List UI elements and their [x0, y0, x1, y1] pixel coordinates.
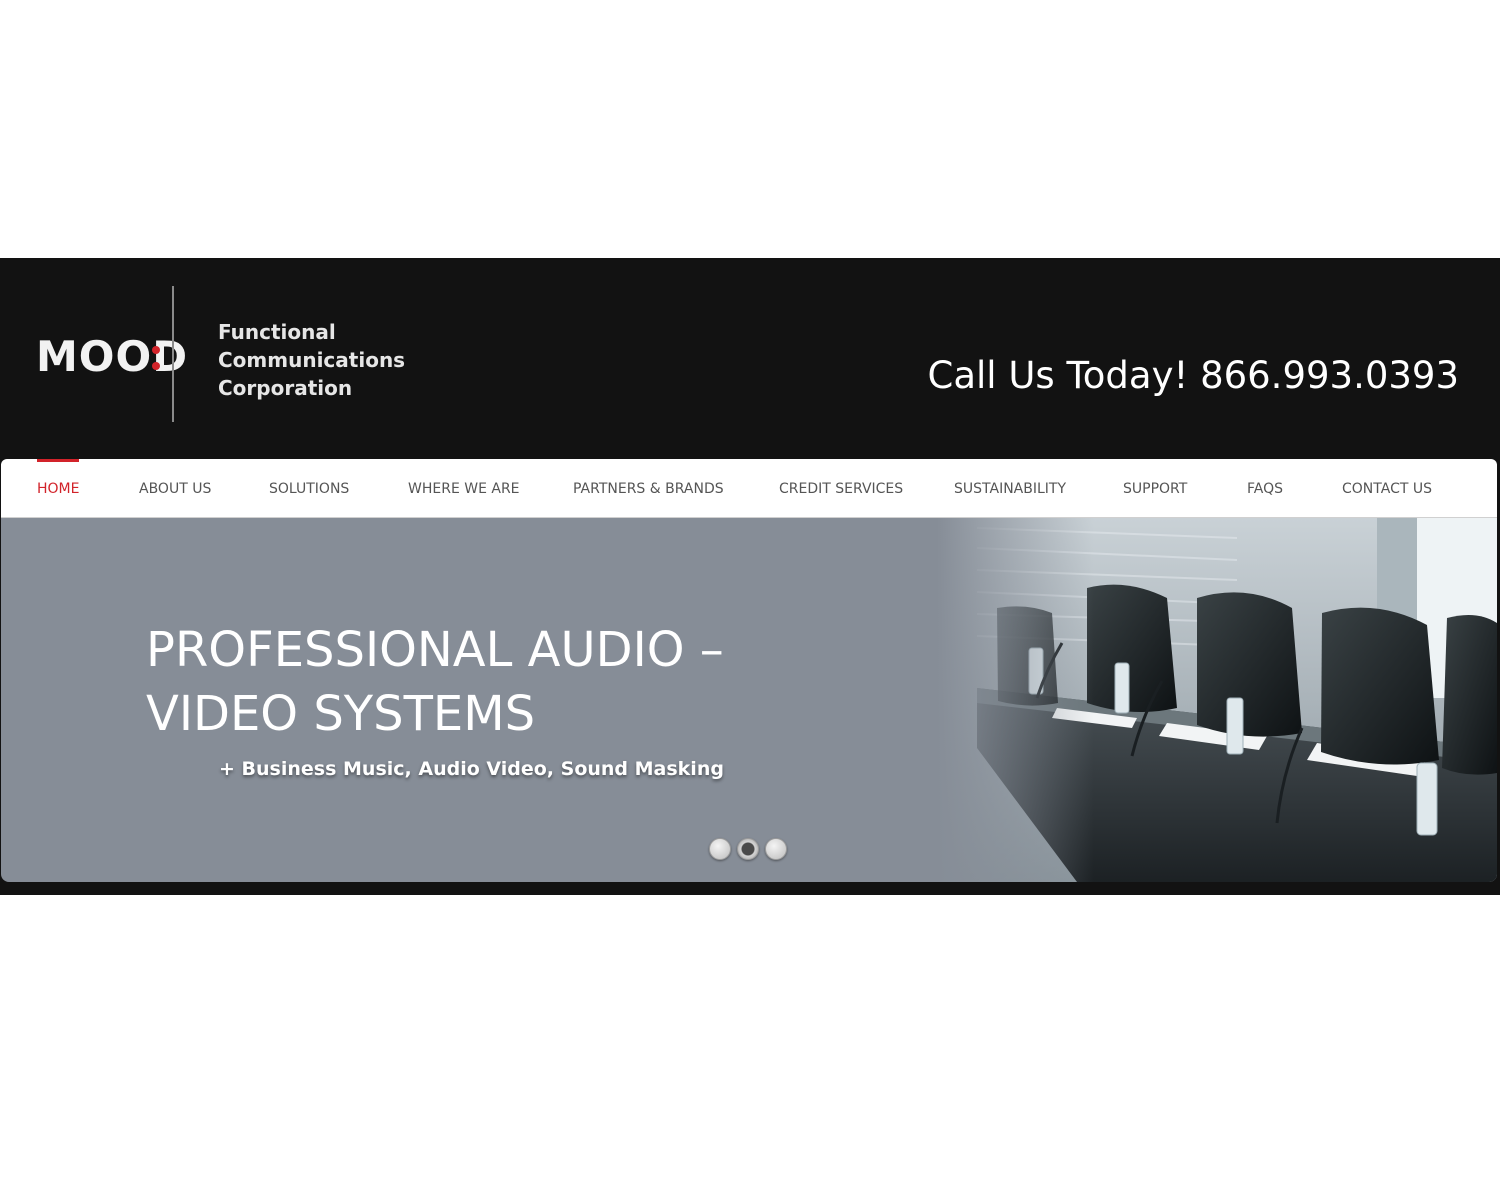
logo-tagline: Functional Communications Corporation: [218, 318, 448, 402]
site-header: MOOD Functional Communications Corporati…: [0, 258, 1500, 459]
conference-room-image: [937, 518, 1497, 882]
nav-item-support[interactable]: SUPPORT: [1123, 459, 1187, 517]
nav-item-where-we-are[interactable]: WHERE WE ARE: [408, 459, 520, 517]
hero-title-line: PROFESSIONAL AUDIO –: [146, 622, 724, 678]
mood-logo[interactable]: MOOD Functional Communications Corporati…: [36, 286, 436, 426]
nav-item-sustainability[interactable]: SUSTAINABILITY: [954, 459, 1066, 517]
hero-slider: PROFESSIONAL AUDIO – VIDEO SYSTEMS + Bus…: [1, 518, 1497, 882]
nav-item-partners-brands[interactable]: PARTNERS & BRANDS: [573, 459, 724, 517]
hero-title-line: VIDEO SYSTEMS: [146, 686, 536, 742]
logo-wordmark: MOOD: [36, 332, 189, 381]
website-frame: MOOD Functional Communications Corporati…: [0, 258, 1500, 895]
slide-dot-active[interactable]: [737, 838, 759, 860]
logo-tagline-line: Functional: [218, 320, 336, 344]
logo-tagline-line: Communications: [218, 348, 406, 372]
hero-title: PROFESSIONAL AUDIO – VIDEO SYSTEMS: [146, 618, 846, 746]
logo-colon-icon: [152, 342, 160, 372]
nav-item-home[interactable]: HOME: [37, 459, 80, 517]
nav-item-faqs[interactable]: FAQS: [1247, 459, 1283, 517]
page: MOOD Functional Communications Corporati…: [0, 0, 1500, 1200]
call-us-phone[interactable]: Call Us Today! 866.993.0393: [928, 354, 1459, 397]
nav-item-credit-services[interactable]: CREDIT SERVICES: [779, 459, 903, 517]
logo-divider: [172, 286, 174, 422]
logo-tagline-line: Corporation: [218, 376, 353, 400]
nav-item-contact-us[interactable]: CONTACT US: [1342, 459, 1432, 517]
slide-dot[interactable]: [709, 838, 731, 860]
slide-dot[interactable]: [765, 838, 787, 860]
nav-item-solutions[interactable]: SOLUTIONS: [269, 459, 349, 517]
main-nav: HOME ABOUT US SOLUTIONS WHERE WE ARE PAR…: [1, 459, 1497, 518]
hero-subtitle: + Business Music, Audio Video, Sound Mas…: [219, 758, 724, 780]
slider-pagination: [709, 838, 799, 862]
nav-item-about-us[interactable]: ABOUT US: [139, 459, 211, 517]
